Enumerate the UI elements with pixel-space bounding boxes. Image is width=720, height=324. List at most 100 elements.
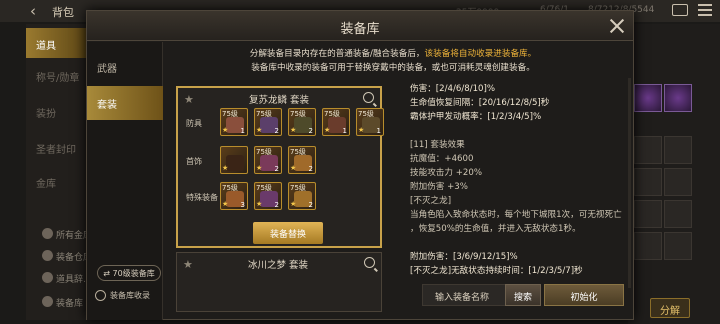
equip-name-input[interactable]: 输入装备名称 <box>422 284 510 306</box>
search-button[interactable]: 搜索 <box>505 284 541 306</box>
set-name: 冰川之梦 套装 <box>247 260 309 271</box>
grade-star-icon: ★ <box>256 200 263 208</box>
set-name: 复苏龙鳞 套装 <box>248 95 310 106</box>
set-card[interactable]: ★ 冰川之梦 套装 <box>176 252 382 312</box>
grade-star-icon: ★ <box>222 164 229 172</box>
inventory-slot[interactable] <box>664 232 692 260</box>
effect-line: 当角色陷入致命状态时，每个地下城限1次，可无视死亡 <box>410 210 622 220</box>
inventory-title: 背包 <box>52 6 74 19</box>
equipment-slot[interactable]: ★ <box>220 146 248 174</box>
effect-line: 附加伤害 +3% <box>410 182 468 192</box>
item-count: 2 <box>308 165 313 173</box>
set-effect-detail: 伤害：[2/4/6/8/10]% 生命值恢复间隔：[20/16/12/8/5]秒霸… <box>410 82 630 278</box>
sidebar-sub-equip-library[interactable]: 装备库 <box>42 296 83 309</box>
item-count: 1 <box>376 127 381 135</box>
grade-star-icon: ★ <box>358 126 365 134</box>
detail-scrollbar[interactable] <box>628 78 631 288</box>
equipment-slot[interactable]: 75级 2 ★ <box>254 182 282 210</box>
equipment-slot[interactable]: 75级 3 ★ <box>220 182 248 210</box>
storage-icon <box>42 250 53 261</box>
sidebar-item-titles[interactable]: 称号/勋章 <box>26 60 90 90</box>
effect-line: [不灭之龙] <box>410 196 452 206</box>
equip-row-label: 防具 <box>186 119 202 128</box>
item-level: 75级 <box>324 110 340 118</box>
dialog-title: 装备库 <box>340 22 380 37</box>
equipment-slot[interactable]: 75级 2 ★ <box>288 146 316 174</box>
item-level: 75级 <box>290 110 306 118</box>
item-level: 75级 <box>358 110 374 118</box>
effect-line: [不灭之龙]无敌状态持续时间：[1/2/3/5/7]秒 <box>410 266 583 276</box>
equip-row-label: 首饰 <box>186 157 202 166</box>
search-icon[interactable] <box>363 92 374 103</box>
dictionary-icon <box>42 272 53 283</box>
effect-line: 附加伤害：[3/6/9/12/15]% <box>410 252 518 262</box>
effect-line: 生命值恢复间隔：[20/16/12/8/5]秒 <box>410 98 550 108</box>
notice-text: 装备库中收录的装备可用于替换穿戴中的装备，或也可消耗灵魂创建装备。 <box>251 63 535 73</box>
library-icon <box>42 296 53 307</box>
inventory-slot[interactable] <box>664 200 692 228</box>
grade-star-icon: ★ <box>290 164 297 172</box>
menu-icon[interactable] <box>698 4 712 16</box>
equipment-slot[interactable]: 75级 1 ★ <box>322 108 350 136</box>
item-level: 75级 <box>256 110 272 118</box>
effect-line: 霸体护甲发动概率：[1/2/3/4/5]% <box>410 112 542 122</box>
sidebar-item-vault[interactable]: 金库 <box>26 166 90 196</box>
effect-line: 抗魔值：+4600 <box>410 154 474 164</box>
set-card[interactable]: ★ 复苏龙鳞 套装 防具 75级 1 ★ 75级 2 ★ 75级 2 ★ 75级 1 ★ 75级 1 ★ 首饰 ★… <box>176 86 384 248</box>
item-level: 75级 <box>256 184 272 192</box>
grade-star-icon: ★ <box>324 126 331 134</box>
grade-star-icon: ★ <box>256 164 263 172</box>
grade-star-icon: ★ <box>290 200 297 208</box>
inventory-slot[interactable] <box>634 168 662 196</box>
level-toggle-button[interactable]: ⇄ 70级装备库 <box>97 265 161 281</box>
sidebar-item-avatar[interactable]: 装扮 <box>26 96 90 126</box>
equipment-slot[interactable]: 75级 1 ★ <box>220 108 248 136</box>
effect-line: 技能攻击力 +20% <box>410 168 483 178</box>
equipment-art-icon <box>226 155 244 171</box>
effect-line: [11] 套装效果 <box>410 140 465 150</box>
equipment-slot[interactable]: 75级 2 ★ <box>254 108 282 136</box>
item-count: 2 <box>274 201 279 209</box>
category-tabs: 武器 套装 ⇄ 70级装备库 装备库收录 <box>87 42 163 320</box>
inventory-slot[interactable] <box>634 232 662 260</box>
effect-line <box>410 236 630 250</box>
notice-highlight: 该装备将自动收录进装备库。 <box>424 49 537 59</box>
gear-icon <box>95 290 106 301</box>
effect-line <box>410 124 630 138</box>
inventory-slot[interactable] <box>634 136 662 164</box>
tab-weapon[interactable]: 武器 <box>87 50 163 84</box>
item-level: 75级 <box>256 148 272 156</box>
equipment-slot[interactable]: 75级 2 ★ <box>288 182 316 210</box>
equipment-slot[interactable]: 75级 1 ★ <box>356 108 384 136</box>
close-icon[interactable] <box>608 17 626 35</box>
sidebar-item-items[interactable]: 道具 <box>26 28 90 58</box>
inventory-slot[interactable] <box>634 84 662 112</box>
item-level: 75级 <box>222 184 238 192</box>
equip-swap-button[interactable]: 装备替换 <box>253 222 323 244</box>
item-count: 2 <box>308 201 313 209</box>
item-count: 2 <box>308 127 313 135</box>
grade-star-icon: ★ <box>222 200 229 208</box>
tab-set[interactable]: 套装 <box>87 86 163 120</box>
vault-icon <box>42 228 53 239</box>
info-notice: 分解装备目录内存在的普通装备/融合装备后，该装备将自动收录进装备库。 装备库中收… <box>183 47 603 75</box>
inventory-slot[interactable] <box>664 136 692 164</box>
item-count: 1 <box>240 127 245 135</box>
inventory-slot[interactable] <box>634 200 662 228</box>
disassemble-button[interactable]: 分解 <box>650 298 690 318</box>
equipment-slot[interactable]: 75级 2 ★ <box>254 146 282 174</box>
inventory-slot[interactable] <box>664 168 692 196</box>
reset-button[interactable]: 初始化 <box>544 284 624 306</box>
notice-text: 分解装备目录内存在的普通装备/融合装备后， <box>249 49 425 59</box>
item-count: 3 <box>240 201 245 209</box>
search-icon[interactable] <box>364 257 375 268</box>
swap-icon: ⇄ <box>103 269 113 278</box>
inventory-slot[interactable] <box>664 84 692 112</box>
library-collection-link[interactable]: 装备库收录 <box>95 290 165 306</box>
back-arrow-icon[interactable]: ‹ <box>30 2 36 20</box>
sidebar-item-seal[interactable]: 圣者封印 <box>26 132 90 162</box>
equipment-slot[interactable]: 75级 2 ★ <box>288 108 316 136</box>
effect-line: 伤害：[2/4/6/8/10]% <box>410 84 496 94</box>
mail-icon[interactable] <box>672 4 688 16</box>
grade-star-icon: ★ <box>222 126 229 134</box>
